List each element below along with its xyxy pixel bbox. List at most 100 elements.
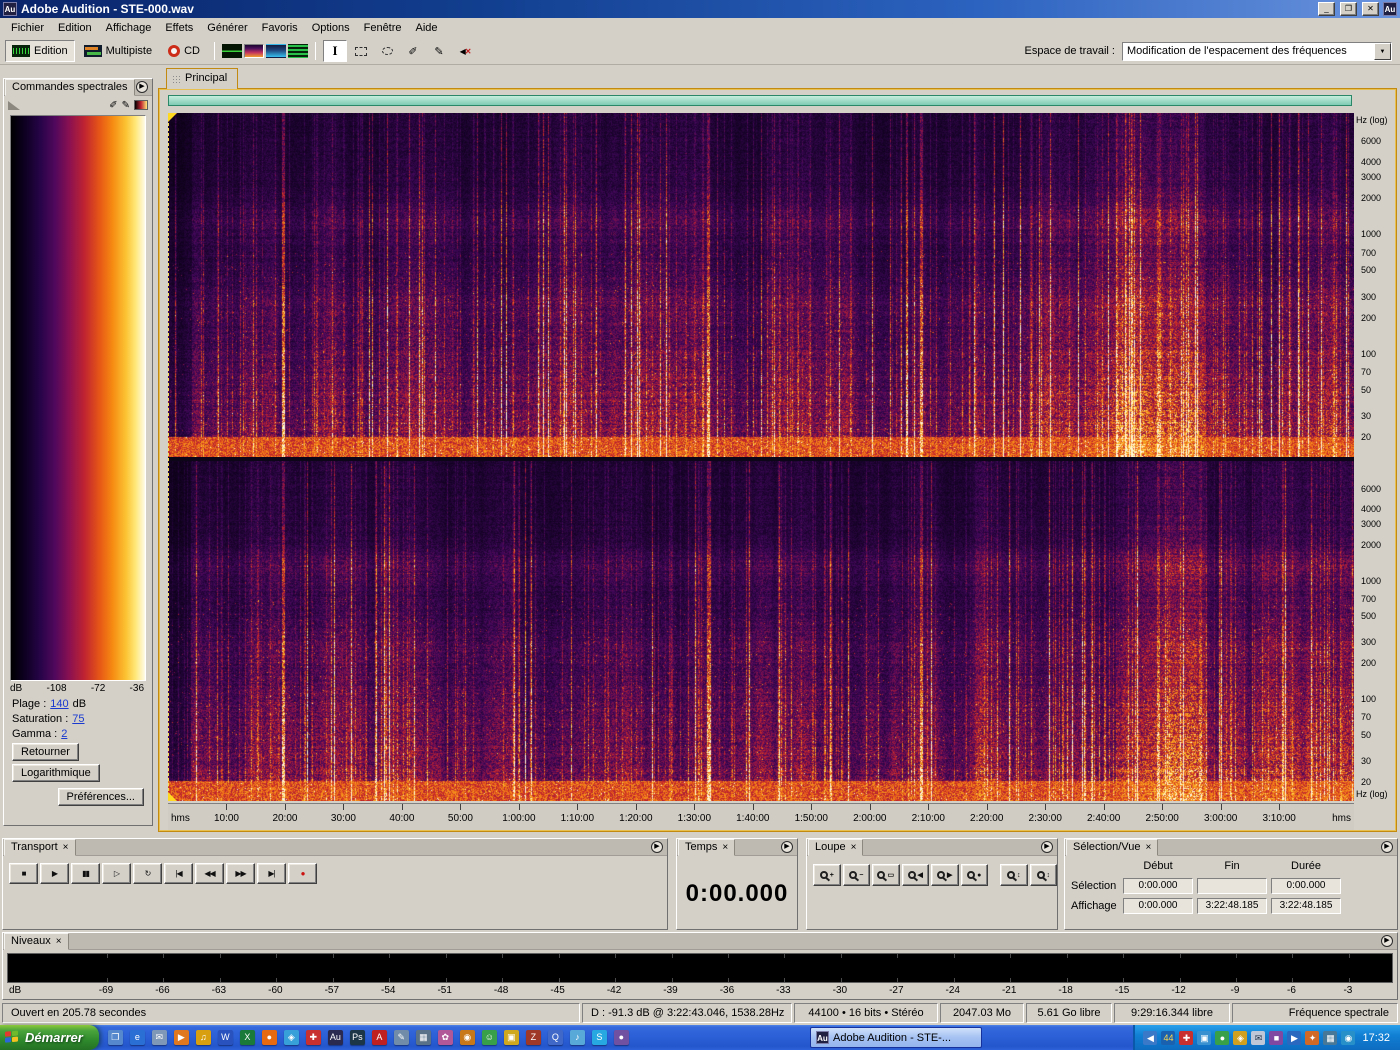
quick-launch-icon[interactable]: ●: [261, 1030, 277, 1045]
zoom-full-button[interactable]: ▭: [872, 864, 900, 886]
quick-launch-icon[interactable]: W: [217, 1030, 233, 1045]
play-button[interactable]: ▶: [40, 863, 69, 884]
rewind-button[interactable]: ◀◀: [195, 863, 224, 884]
close-icon[interactable]: ×: [56, 936, 62, 946]
view-end-field[interactable]: 3:22:48.185: [1197, 898, 1267, 914]
quick-launch-icon[interactable]: ✉: [151, 1030, 167, 1045]
tray-icon[interactable]: ✉: [1251, 1030, 1266, 1045]
tray-icon[interactable]: ◉: [1341, 1030, 1356, 1045]
selection-start-field[interactable]: 0:00.000: [1123, 878, 1193, 894]
menu-item[interactable]: Fichier: [4, 19, 51, 37]
workspace-dropdown[interactable]: Modification de l'espacement des fréquen…: [1122, 41, 1392, 61]
spectral-phase-view-icon[interactable]: [288, 44, 308, 58]
spectral-palette-gradient[interactable]: [10, 115, 146, 681]
view-start-field[interactable]: 0:00.000: [1123, 898, 1193, 914]
quick-launch-icon[interactable]: Z: [525, 1030, 541, 1045]
taskbar-task-audition[interactable]: Au Adobe Audition - STE-...: [810, 1027, 982, 1048]
maximize-button[interactable]: ❐: [1340, 2, 1357, 16]
quick-launch-icon[interactable]: Ps: [349, 1030, 365, 1045]
close-icon[interactable]: ×: [1145, 842, 1151, 852]
quick-launch-icon[interactable]: ✚: [305, 1030, 321, 1045]
fast-forward-button[interactable]: ▶▶: [226, 863, 255, 884]
selection-handle-bottom[interactable]: [168, 792, 177, 801]
panel-menu-button[interactable]: ▶: [1041, 841, 1053, 853]
panel-menu-button[interactable]: ▶: [781, 841, 793, 853]
quick-launch-icon[interactable]: ♪: [569, 1030, 585, 1045]
time-display[interactable]: 0:00.000: [677, 880, 797, 908]
menu-item[interactable]: Générer: [200, 19, 254, 37]
add-eyedropper-icon[interactable]: ✐: [109, 100, 117, 111]
menu-item[interactable]: Favoris: [255, 19, 305, 37]
zoom-in-vertical-button[interactable]: ↕: [1000, 864, 1028, 886]
go-to-beginning-button[interactable]: |◀: [164, 863, 193, 884]
waveform-view-icon[interactable]: [222, 44, 242, 58]
playhead-cursor[interactable]: [168, 113, 169, 801]
pause-button[interactable]: ▮▮: [71, 863, 100, 884]
tray-icon[interactable]: ■: [1269, 1030, 1284, 1045]
selection-handle-top[interactable]: [168, 113, 177, 122]
level-meter[interactable]: [7, 953, 1393, 983]
quick-launch-icon[interactable]: Q: [547, 1030, 563, 1045]
zoom-right-edge-button[interactable]: ▶: [931, 864, 959, 886]
close-button[interactable]: ✕: [1362, 2, 1379, 16]
quick-launch-icon[interactable]: ✿: [437, 1030, 453, 1045]
multipiste-view-button[interactable]: Multipiste: [77, 40, 159, 62]
effects-brush-tool-button[interactable]: ✐: [401, 40, 425, 62]
panel-menu-button[interactable]: ▶: [136, 81, 148, 93]
tab-principal[interactable]: Principal: [166, 68, 239, 89]
spectrogram-right-channel[interactable]: [168, 461, 1354, 801]
tray-icon[interactable]: ◀: [1143, 1030, 1158, 1045]
spectrogram-left-channel[interactable]: [168, 113, 1354, 457]
tray-icon[interactable]: ▣: [1197, 1030, 1212, 1045]
clock[interactable]: 17:32: [1362, 1032, 1390, 1044]
menu-item[interactable]: Edition: [51, 19, 99, 37]
edition-view-button[interactable]: Edition: [5, 40, 75, 62]
tab-commandes-spectrales[interactable]: Commandes spectrales: [5, 79, 135, 96]
start-button[interactable]: Démarrer: [0, 1025, 99, 1050]
pencil-tool-button[interactable]: ✎: [427, 40, 451, 62]
zoom-selection-button[interactable]: ●: [960, 864, 988, 886]
spectral-pan-view-icon[interactable]: [266, 44, 286, 58]
play-from-cursor-button[interactable]: ▷: [102, 863, 131, 884]
quick-launch-icon[interactable]: S: [591, 1030, 607, 1045]
selection-end-field[interactable]: [1197, 878, 1267, 894]
time-selection-tool-button[interactable]: I: [323, 40, 347, 62]
quick-launch-icon[interactable]: ◈: [283, 1030, 299, 1045]
tray-icon[interactable]: ✚: [1179, 1030, 1194, 1045]
quick-launch-icon[interactable]: A: [371, 1030, 387, 1045]
zoom-in-button[interactable]: +: [813, 864, 841, 886]
minimize-button[interactable]: _: [1318, 2, 1335, 16]
menu-item[interactable]: Effets: [158, 19, 200, 37]
go-to-end-button[interactable]: ▶|: [257, 863, 286, 884]
menu-item[interactable]: Options: [305, 19, 357, 37]
preferences-button[interactable]: Préférences...: [57, 788, 144, 806]
frequency-axis[interactable]: Hz (log) Hz (log) 6000 4000 3000 2000 1000 70…: [1354, 113, 1396, 803]
plage-value[interactable]: 140: [50, 698, 68, 710]
close-icon[interactable]: ×: [722, 842, 728, 852]
chevron-down-icon[interactable]: ▼: [1374, 42, 1391, 60]
quick-launch-icon[interactable]: ✎: [393, 1030, 409, 1045]
quick-launch-icon[interactable]: ❐: [107, 1030, 123, 1045]
retourner-button[interactable]: Retourner: [12, 743, 79, 761]
tray-icon[interactable]: 44: [1161, 1030, 1176, 1045]
tray-icon[interactable]: ●: [1215, 1030, 1230, 1045]
quick-launch-icon[interactable]: ▣: [503, 1030, 519, 1045]
tab-transport[interactable]: Transport ×: [4, 839, 76, 856]
quick-launch-icon[interactable]: e: [129, 1030, 145, 1045]
tray-icon[interactable]: ◈: [1233, 1030, 1248, 1045]
selection-duration-field[interactable]: 0:00.000: [1271, 878, 1341, 894]
close-icon[interactable]: ×: [851, 842, 857, 852]
panel-menu-button[interactable]: ▶: [1381, 841, 1393, 853]
zoom-left-edge-button[interactable]: ◀: [901, 864, 929, 886]
time-ruler[interactable]: hms hms 10:00 20:00 30:00 40:00 50:00 1:00:00…: [168, 803, 1354, 830]
view-duration-field[interactable]: 3:22:48.185: [1271, 898, 1341, 914]
scrub-mute-button[interactable]: ◀✕: [453, 40, 477, 62]
gradient-swatch-icon[interactable]: [134, 100, 148, 110]
zoom-out-vertical-button[interactable]: ↕: [1029, 864, 1057, 886]
panel-menu-button[interactable]: ▶: [1381, 935, 1393, 947]
quick-launch-icon[interactable]: ◉: [459, 1030, 475, 1045]
tray-icon[interactable]: ▶: [1287, 1030, 1302, 1045]
lasso-selection-tool-button[interactable]: [375, 40, 399, 62]
marquee-selection-tool-button[interactable]: [349, 40, 373, 62]
tab-selection-vue[interactable]: Sélection/Vue ×: [1066, 839, 1159, 856]
